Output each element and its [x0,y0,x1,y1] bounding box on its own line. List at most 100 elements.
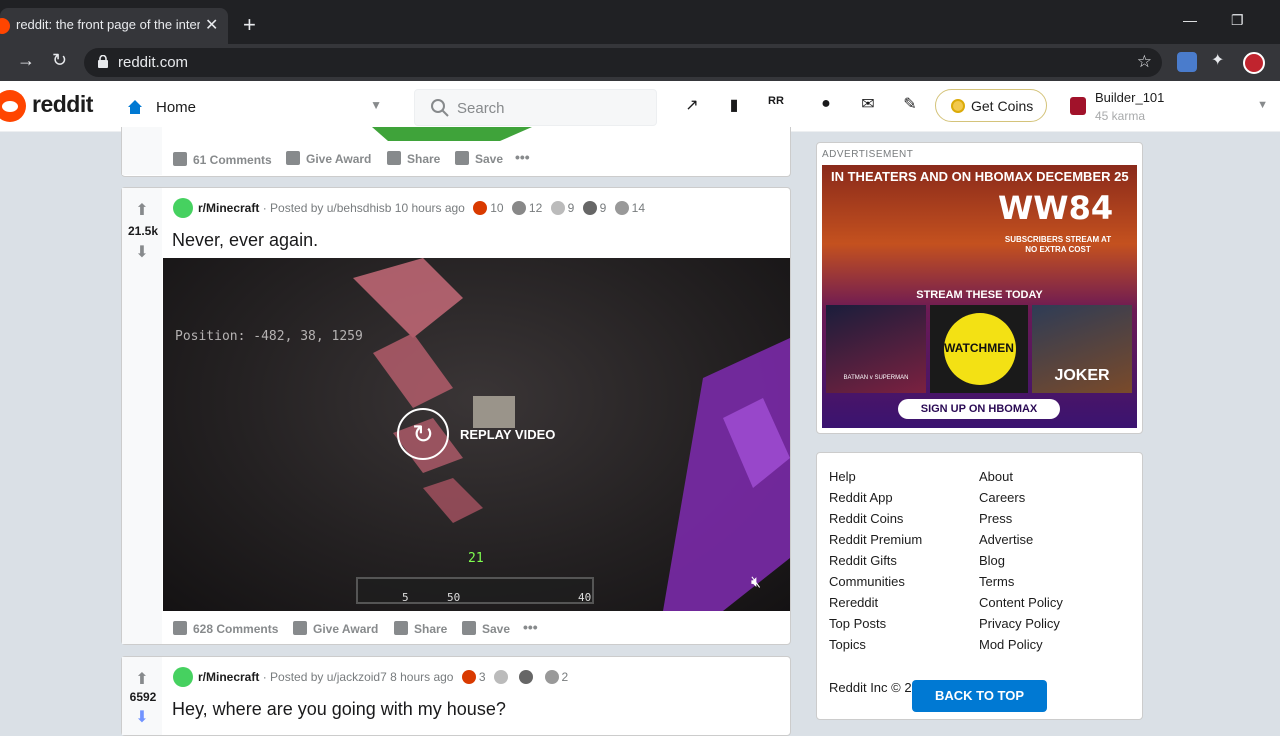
restore-icon[interactable]: ❐ [1231,12,1244,29]
advertisement-label: ADVERTISEMENT [822,149,914,160]
user-menu[interactable]: Builder_101 45 karma ▼ [1064,87,1274,127]
ad-headline: WW84 [998,189,1114,227]
share-button[interactable]: Share [387,151,440,166]
more-options-icon[interactable]: ••• [523,619,538,635]
new-tab-icon[interactable]: + [243,12,256,38]
copyright-text: Reddit Inc © 2 [829,680,912,695]
poster-watchmen: WATCHMEN [930,305,1028,393]
feed-dropdown[interactable]: Home ▼ [118,89,390,125]
share-icon [394,621,408,635]
signup-button[interactable]: SIGN UP ON HBOMAX [898,399,1060,419]
username: Builder_101 [1095,90,1165,105]
upvote-icon[interactable]: ⬆ [122,669,162,689]
footer-link[interactable]: Communities [829,574,905,589]
downvote-icon[interactable]: ⬇ [122,707,162,727]
popular-trending-icon[interactable]: ↗ [682,95,702,115]
footer-link[interactable]: Reddit Coins [829,511,903,526]
reddit-header: reddit Home ▼ Search ↗ ▮ RR ● ✉ ✎ Get Co… [0,81,1280,132]
post-meta: r/Minecraft · Posted by u/jackzoid7 8 ho… [198,670,569,684]
footer-link[interactable]: Content Policy [979,595,1063,610]
vote-score: 6592 [129,690,157,704]
award-icon [519,670,534,684]
footer-link[interactable]: Help [829,469,856,484]
post-title[interactable]: Hey, where are you going with my house? [172,699,506,720]
bookmark-icon [462,621,476,635]
tab-title: reddit: the front page of the internet [16,17,200,32]
post-card[interactable]: 61 Comments Give Award Share Save ••• [121,127,791,177]
all-stats-icon[interactable]: ▮ [724,95,744,115]
hotbar-count: 50 [447,591,461,604]
ad-stream-label: STREAM THESE TODAY [916,289,1043,301]
search-icon [431,99,449,117]
subreddit-icon[interactable] [173,667,193,687]
hbo-max-ad[interactable]: IN THEATERS AND ON HBOMAX DECEMBER 25 WW… [822,165,1137,428]
camera-extension-icon[interactable] [1177,52,1197,72]
posted-by[interactable]: · Posted by u/jackzoid7 8 hours ago [263,670,454,684]
browser-tab[interactable]: reddit: the front page of the internet ✕ [0,8,228,44]
save-button[interactable]: Save [455,151,503,166]
extensions-puzzle-icon[interactable]: ✦ [1211,50,1231,70]
share-button[interactable]: Share [394,621,447,636]
bookmark-icon [455,151,469,165]
footer-link[interactable]: Top Posts [829,616,886,631]
reload-icon[interactable]: ↻ [52,50,67,71]
footer-link[interactable]: Topics [829,637,866,652]
minimize-icon[interactable]: — [1183,12,1197,28]
footer-link[interactable]: Reddit Gifts [829,553,897,568]
footer-link[interactable]: About [979,469,1013,484]
get-coins-button[interactable]: Get Coins [935,89,1047,122]
chat-icon[interactable]: ● [816,95,836,115]
upvote-icon[interactable]: ⬆ [122,200,162,220]
comments-button[interactable]: 628 Comments [173,621,278,636]
reddit-wordmark[interactable]: reddit [32,91,93,118]
rpan-icon[interactable]: RR [766,95,786,115]
footer-link[interactable]: Mod Policy [979,637,1043,652]
footer-link[interactable]: Privacy Policy [979,616,1060,631]
coin-icon [951,99,965,113]
vote-score: 21.5k [127,224,159,238]
footer-link[interactable]: Rereddit [829,595,878,610]
create-post-pencil-icon[interactable]: ✎ [900,94,920,114]
forward-icon[interactable]: → [17,50,35,71]
footer-link[interactable]: Terms [979,574,1014,589]
replay-video-label[interactable]: REPLAY VIDEO [460,427,555,442]
save-button[interactable]: Save [462,621,510,636]
hotbar-count: 40 [578,591,592,604]
posted-by[interactable]: · Posted by u/behsdhisb 10 hours ago [263,201,465,215]
video-player[interactable]: Position: -482, 38, 1259 ↻ REPLAY VIDEO … [163,258,790,611]
subreddit-link[interactable]: r/Minecraft [198,670,259,684]
comments-button[interactable]: 61 Comments [173,152,272,167]
messages-mail-icon[interactable]: ✉ [858,94,878,114]
get-coins-label: Get Coins [971,98,1034,114]
xp-level: 21 [468,551,484,566]
mute-speaker-icon[interactable]: 🔇︎ [751,574,761,592]
gift-icon [286,151,300,165]
post-card[interactable]: ⬆ 6592 ⬇ r/Minecraft · Posted by u/jackz… [121,656,791,736]
award-icon [550,201,565,215]
profile-avatar-icon[interactable] [1243,52,1265,74]
replay-icon[interactable]: ↻ [397,408,449,460]
give-award-button[interactable]: Give Award [293,621,378,636]
award-icon [582,201,597,215]
back-to-top-button[interactable]: BACK TO TOP [912,680,1047,712]
close-tab-icon[interactable]: ✕ [205,15,218,35]
footer-link[interactable]: Press [979,511,1012,526]
footer-link[interactable]: Reddit App [829,490,893,505]
footer-link[interactable]: Blog [979,553,1005,568]
post-title[interactable]: Never, ever again. [172,230,318,251]
bookmark-star-icon[interactable]: ☆ [1137,52,1152,72]
home-icon [128,100,142,114]
footer-link[interactable]: Advertise [979,532,1033,547]
more-options-icon[interactable]: ••• [515,149,530,165]
give-award-button[interactable]: Give Award [286,151,371,166]
footer-link[interactable]: Careers [979,490,1025,505]
reddit-favicon-icon [0,18,10,34]
footer-link[interactable]: Reddit Premium [829,532,922,547]
search-input[interactable]: Search [414,89,657,126]
poster-joker: JOKER [1032,305,1132,393]
reddit-logo-icon[interactable] [0,90,26,122]
downvote-icon[interactable]: ⬇ [122,242,162,262]
address-bar[interactable]: reddit.com ☆ [84,48,1162,77]
subreddit-icon[interactable] [173,198,193,218]
subreddit-link[interactable]: r/Minecraft [198,201,259,215]
